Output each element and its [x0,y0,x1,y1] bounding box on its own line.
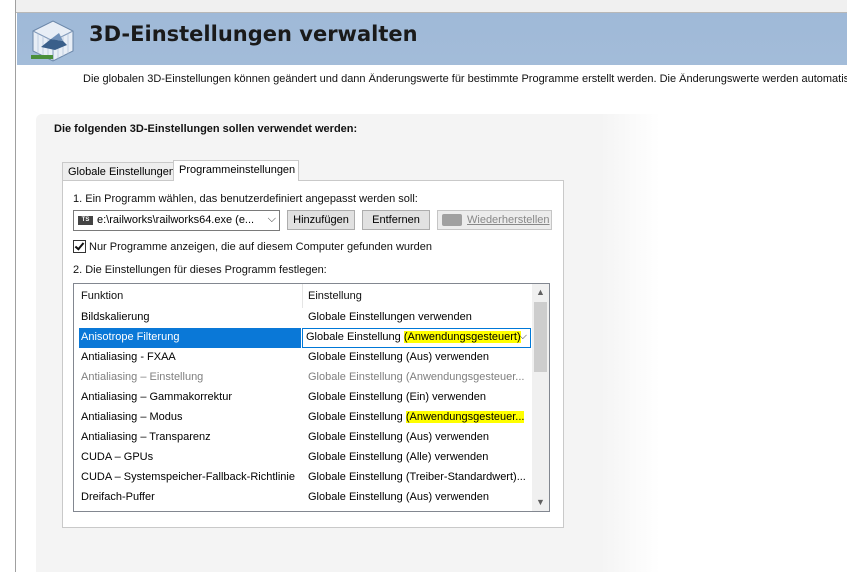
table-row[interactable]: CUDA – GPUs Globale Einstellung (Alle) v… [74,448,532,468]
column-header-setting[interactable]: Einstellung [308,290,362,302]
row-function: Bildskalierung [81,311,150,323]
setting-value-highlighted: (Anwendungsgesteuert) [403,331,521,343]
row-setting: Globale Einstellungen verwenden [308,311,472,323]
row-setting: Globale Einstellung (Aus) verwenden [308,431,489,443]
program-select[interactable]: TS e:\railworks\railworks64.exe (e... ⌵ [73,210,280,231]
row-function: Antialiasing – Modus [81,411,183,423]
step1-label: 1. Ein Programm wählen, das benutzerdefi… [73,193,418,205]
step2-label: 2. Die Einstellungen für dieses Programm… [73,264,327,276]
setting-dropdown-value: Globale Einstellung (Anwendungsgesteuert… [306,331,521,343]
show-found-programs-label: Nur Programme anzeigen, die auf diesem C… [89,241,433,253]
page-description: Die globalen 3D-Einstellungen können geä… [83,73,847,85]
column-header-function[interactable]: Funktion [81,290,123,302]
scrollbar-thumb[interactable] [534,302,547,372]
scroll-down-arrow-icon[interactable]: ▼ [532,494,549,511]
row-setting: Globale Einstellung (Aus) verwenden [308,491,489,503]
page-header: 3D-Einstellungen verwalten [17,13,847,65]
row-function: CUDA – Systemspeicher-Fallback-Richtlini… [81,471,295,483]
restore-button[interactable]: Wiederherstellen [437,210,552,230]
row-setting: Globale Einstellung (Treiber-Standardwer… [308,471,526,483]
row-setting: Globale Einstellung (Aus) verwenden [308,351,489,363]
tab-program-settings[interactable]: Programmeinstellungen [173,160,299,181]
chevron-down-icon: ⌵ [518,330,527,342]
table-row[interactable]: Antialiasing – Transparenz Globale Einst… [74,428,532,448]
program-select-value: e:\railworks\railworks64.exe (e... [97,214,255,226]
nvidia-logo-icon [442,214,462,226]
setting-value-highlighted: (Anwendungsgesteuer... [405,411,525,423]
row-function: Antialiasing – Gammakorrektur [81,391,233,403]
table-row[interactable]: Antialiasing – Modus Globale Einstellung… [74,408,532,428]
page-title: 3D-Einstellungen verwalten [89,22,418,46]
restore-button-label: Wiederherstellen [467,214,550,226]
table-row[interactable]: CUDA – Systemspeicher-Fallback-Richtlini… [74,468,532,488]
row-function: Anisotrope Filterung [81,331,180,343]
setting-dropdown[interactable]: Globale Einstellung (Anwendungsgesteuert… [302,328,531,348]
grid-scrollbar[interactable]: ▲ ▼ [532,284,549,511]
table-row[interactable]: Bildskalierung Globale Einstellungen ver… [74,308,532,328]
row-function: Antialiasing – Einstellung [81,371,204,383]
row-function: Antialiasing - FXAA [81,351,176,363]
row-setting: Globale Einstellung (Anwendungsgesteuer.… [308,371,525,383]
column-separator[interactable] [302,284,303,308]
show-found-programs-checkbox[interactable] [73,240,86,253]
panel-heading: Die folgenden 3D-Einstellungen sollen ve… [54,123,358,135]
3d-settings-logo-icon [29,17,77,63]
table-row[interactable]: Dreifach-Puffer Globale Einstellung (Aus… [74,488,532,508]
window-top-edge [0,0,847,13]
table-row[interactable]: Antialiasing – Gammakorrektur Globale Ei… [74,388,532,408]
setting-value-prefix: Globale Einstellung [308,411,406,423]
setting-value-prefix: Globale Einstellung [306,331,404,343]
tab-global-settings[interactable]: Globale Einstellungen [62,162,175,180]
row-function: CUDA – GPUs [81,451,154,463]
table-row-disabled[interactable]: Antialiasing – Einstellung Globale Einst… [74,368,532,388]
row-setting: Globale Einstellung (Alle) verwenden [308,451,489,463]
navigation-pane-edge [0,0,16,572]
scroll-up-arrow-icon[interactable]: ▲ [532,284,549,301]
table-row-selected[interactable]: Anisotrope Filterung Globale Einstellung… [74,328,532,348]
program-icon: TS [78,216,93,225]
add-program-button[interactable]: Hinzufügen [287,210,355,230]
chevron-down-icon: ⌵ [267,213,276,225]
checkmark-icon [74,240,85,251]
grid-header: Funktion Einstellung [74,284,532,308]
table-row[interactable]: Antialiasing - FXAA Globale Einstellung … [74,348,532,368]
settings-grid: Funktion Einstellung Bildskalierung Glob… [73,283,550,512]
row-setting: Globale Einstellung (Anwendungsgesteuer.… [308,411,530,423]
panel-fade [600,114,660,572]
remove-program-button[interactable]: Entfernen [362,210,430,230]
row-function: Dreifach-Puffer [81,491,155,503]
row-function: Antialiasing – Transparenz [81,431,211,443]
row-setting: Globale Einstellung (Ein) verwenden [308,391,486,403]
